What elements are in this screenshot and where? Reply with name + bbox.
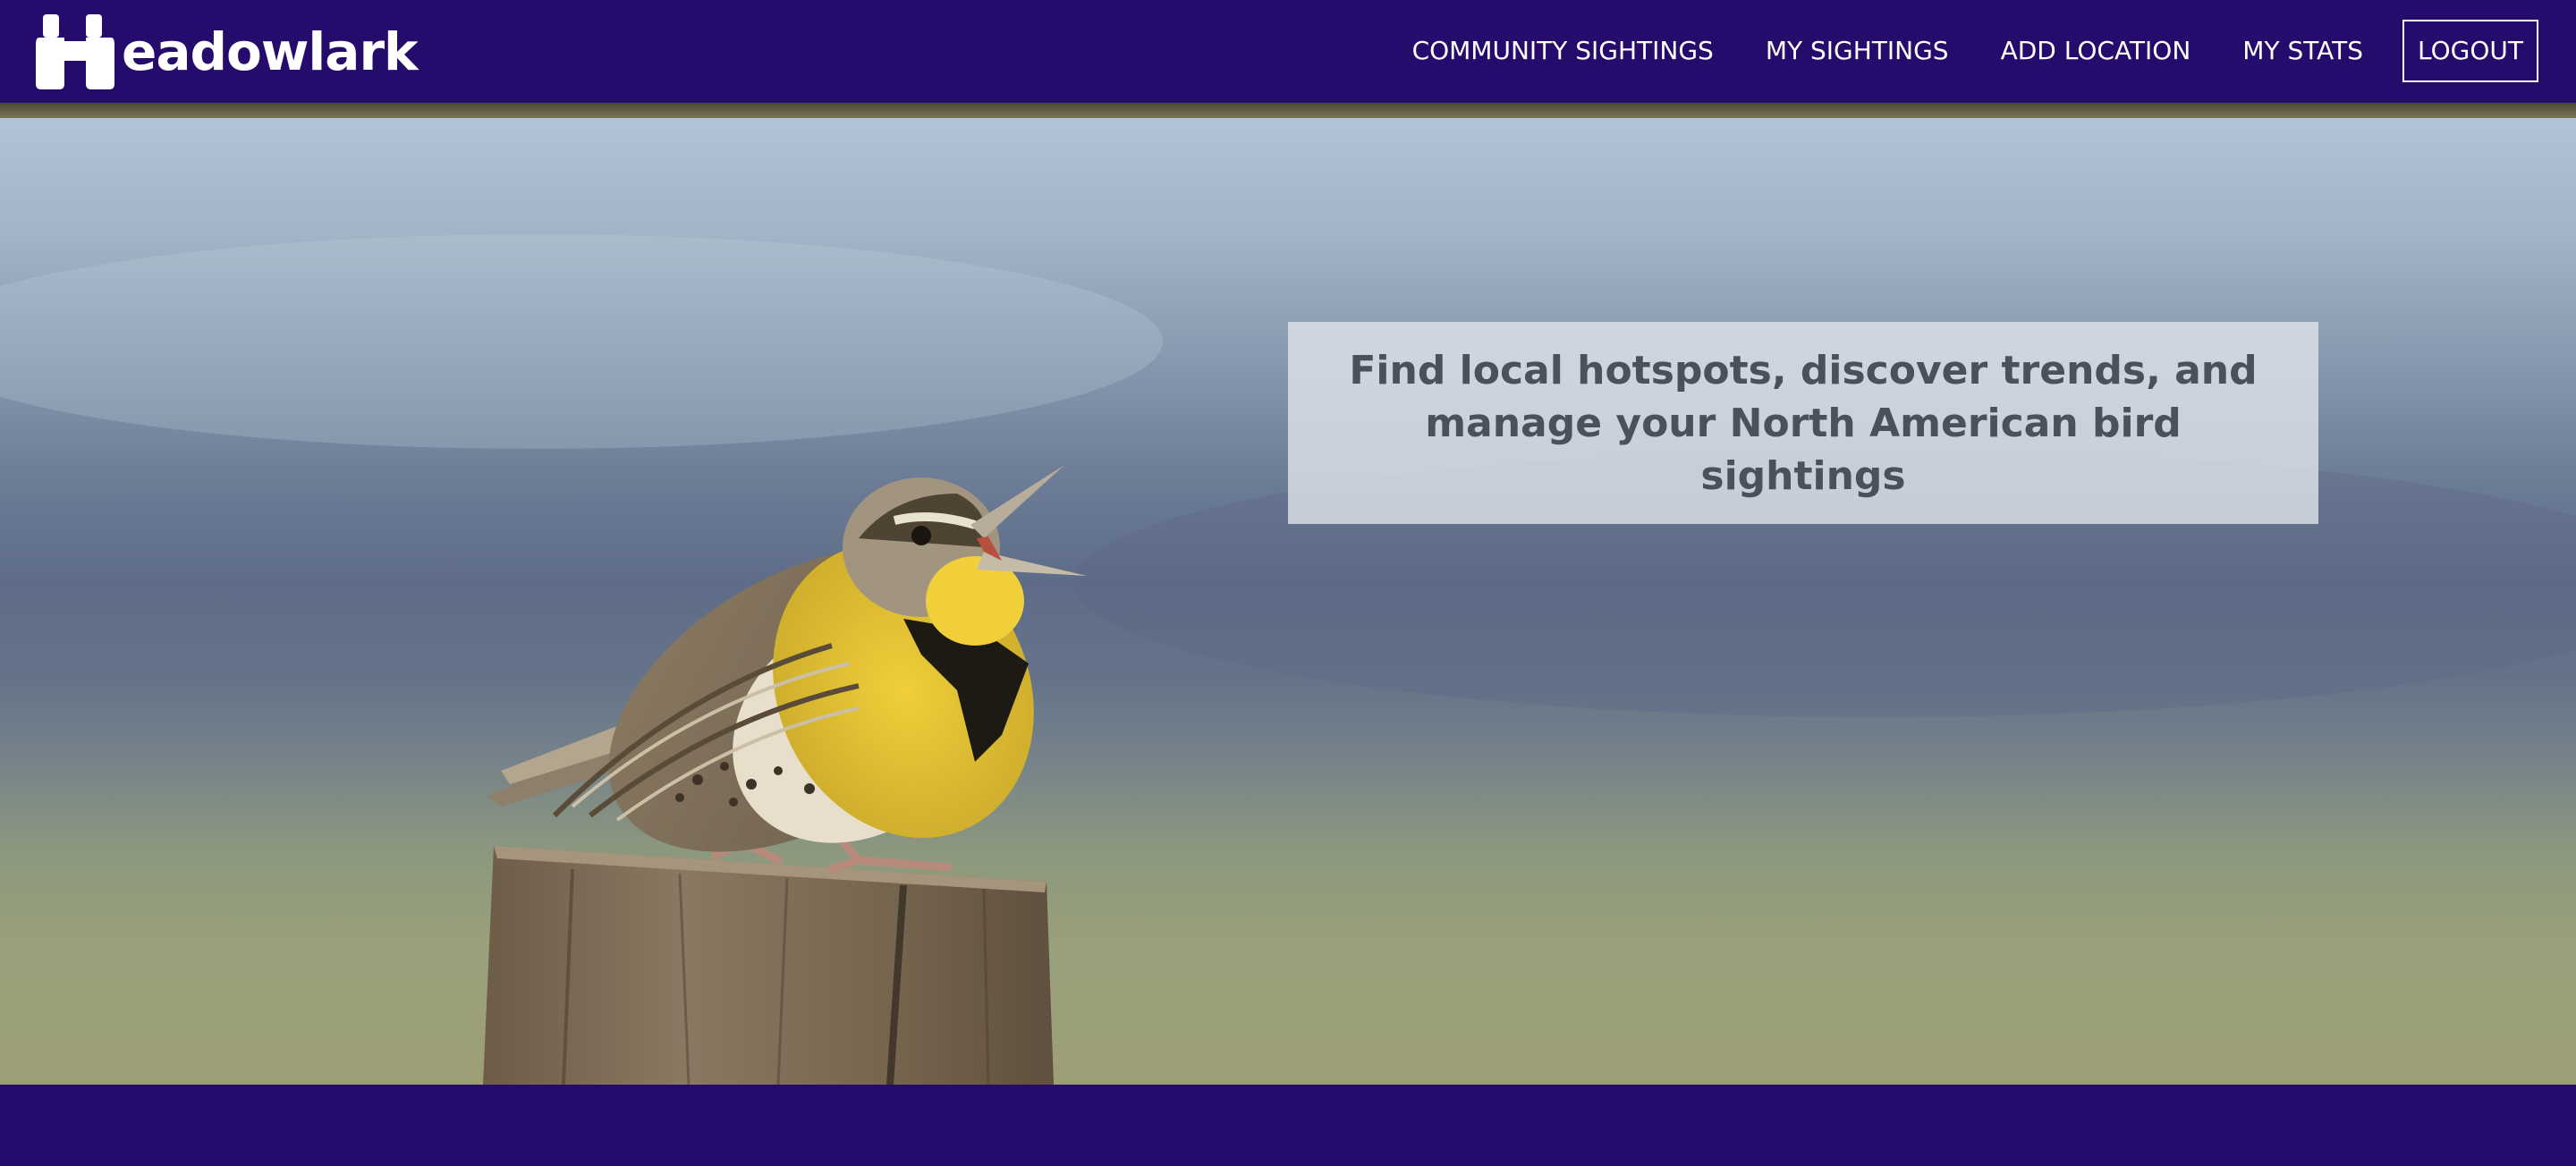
nav-my-stats[interactable]: MY STATS [2242,38,2363,63]
binoculars-icon [34,14,116,89]
meadowlark-hero-image [0,234,2576,1085]
footer-bar [0,1085,2576,1166]
fence-post [483,846,1054,1085]
bird-body [552,542,1034,852]
nav-add-location[interactable]: ADD LOCATION [2001,38,2191,63]
nav-community-sightings[interactable]: COMMUNITY SIGHTINGS [1412,38,1714,63]
hero-tagline: Find local hotspots, discover trends, an… [1349,347,2258,499]
nav-my-sightings[interactable]: MY SIGHTINGS [1766,38,1949,63]
brand-name: eadowlark [122,21,419,82]
top-navbar: eadowlark COMMUNITY SIGHTINGS MY SIGHTIN… [0,0,2576,103]
tagline-box: Find local hotspots, discover trends, an… [1288,322,2318,524]
logout-button[interactable]: LOGOUT [2402,20,2538,82]
hero-banner: Find local hotspots, discover trends, an… [0,118,2576,1085]
brand-logo-link[interactable]: eadowlark [34,14,419,89]
main-nav: COMMUNITY SIGHTINGS MY SIGHTINGS ADD LOC… [1360,20,2538,82]
navbar-shadow-strip [0,103,2576,118]
